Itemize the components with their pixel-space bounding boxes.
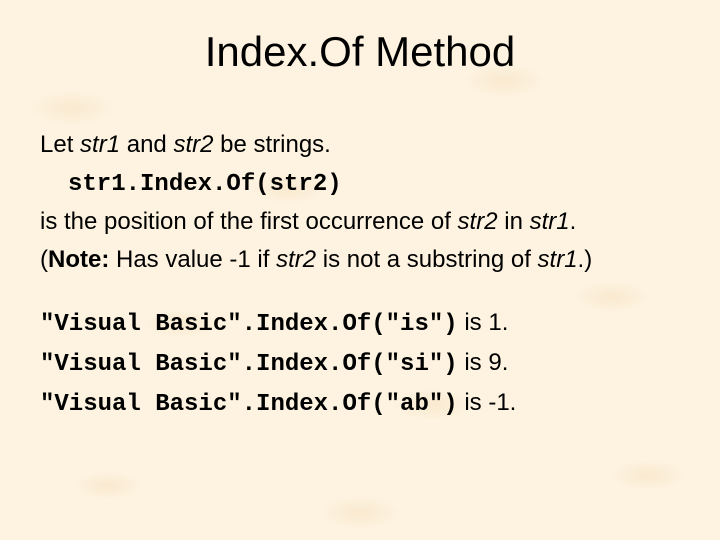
text: be strings. bbox=[213, 131, 330, 158]
text: is the position of the first occurrence … bbox=[40, 208, 458, 235]
example-code: "Visual Basic".Index.Of("si") bbox=[40, 351, 458, 378]
text: Has value -1 if bbox=[109, 246, 276, 273]
text: .) bbox=[578, 246, 593, 273]
examples-block: "Visual Basic".Index.Of("is") is 1. "Vis… bbox=[40, 306, 680, 421]
example-result: is -1. bbox=[458, 389, 517, 416]
example-2: "Visual Basic".Index.Of("si") is 9. bbox=[40, 346, 680, 382]
code-text: str1.Index.Of(str2) bbox=[68, 171, 342, 198]
example-result: is 1. bbox=[458, 309, 509, 336]
var-str1: str1 bbox=[538, 246, 578, 273]
example-3: "Visual Basic".Index.Of("ab") is -1. bbox=[40, 386, 680, 422]
text: . bbox=[570, 208, 577, 235]
slide: Index.Of Method Let str1 and str2 be str… bbox=[0, 0, 720, 540]
var-str1: str1 bbox=[530, 208, 570, 235]
text: in bbox=[498, 208, 530, 235]
note-line: (Note: Has value -1 if str2 is not a sub… bbox=[40, 243, 680, 277]
var-str2: str2 bbox=[276, 246, 316, 273]
text: ( bbox=[40, 246, 48, 273]
slide-body: Let str1 and str2 be strings. str1.Index… bbox=[40, 128, 680, 421]
example-result: is 9. bbox=[458, 349, 509, 376]
example-1: "Visual Basic".Index.Of("is") is 1. bbox=[40, 306, 680, 342]
text: is not a substring of bbox=[316, 246, 537, 273]
slide-title: Index.Of Method bbox=[40, 28, 680, 76]
text: Let bbox=[40, 131, 80, 158]
var-str2: str2 bbox=[458, 208, 498, 235]
example-code: "Visual Basic".Index.Of("ab") bbox=[40, 391, 458, 418]
var-str1: str1 bbox=[80, 131, 120, 158]
note-label: Note: bbox=[48, 246, 109, 273]
code-call: str1.Index.Of(str2) bbox=[68, 166, 680, 202]
var-str2: str2 bbox=[173, 131, 213, 158]
text: and bbox=[120, 131, 173, 158]
example-code: "Visual Basic".Index.Of("is") bbox=[40, 311, 458, 338]
intro-line: Let str1 and str2 be strings. bbox=[40, 128, 680, 162]
desc-line: is the position of the first occurrence … bbox=[40, 205, 680, 239]
